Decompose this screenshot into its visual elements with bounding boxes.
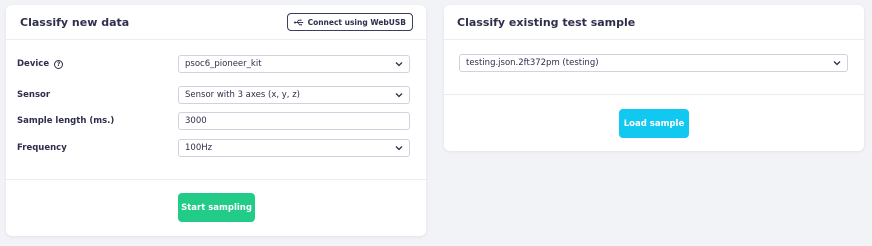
help-icon[interactable]: ? (54, 60, 64, 69)
sensor-label: Sensor (17, 90, 51, 100)
webusb-label: Connect using WebUSB (307, 17, 406, 27)
chevron-down-icon (395, 146, 403, 151)
device-select-value: psoc6_pioneer_kit (185, 59, 262, 69)
frequency-select[interactable]: 100Hz (178, 139, 410, 157)
classify-new-data-panel: Classify new data Connect using WebUSB D… (6, 5, 426, 236)
test-sample-value: testing.json.2ft372pm (testing) (466, 58, 599, 68)
device-select[interactable]: psoc6_pioneer_kit (178, 55, 410, 73)
usb-icon (293, 19, 304, 25)
divider (444, 94, 864, 95)
chevron-down-icon (395, 93, 403, 98)
sensor-select-value: Sensor with 3 axes (x, y, z) (185, 90, 300, 100)
panel-header: Classify existing test sample (444, 5, 864, 40)
load-sample-button[interactable]: Load sample (619, 109, 689, 138)
start-sampling-button[interactable]: Start sampling (178, 193, 255, 222)
sensor-select[interactable]: Sensor with 3 axes (x, y, z) (178, 86, 410, 104)
frequency-label: Frequency (17, 143, 67, 153)
panel-title: Classify new data (20, 16, 130, 29)
test-sample-select[interactable]: testing.json.2ft372pm (testing) (459, 54, 848, 72)
divider (6, 179, 426, 180)
connect-webusb-button[interactable]: Connect using WebUSB (286, 13, 413, 31)
chevron-down-icon (833, 61, 841, 66)
frequency-select-value: 100Hz (185, 143, 213, 153)
sample-length-value: 3000 (185, 116, 207, 126)
sample-length-input[interactable]: 3000 (178, 112, 410, 130)
panel-title: Classify existing test sample (457, 16, 636, 29)
device-label: Device ? (17, 58, 64, 70)
classify-existing-sample-panel: Classify existing test sample testing.js… (444, 5, 864, 151)
panel-header: Classify new data Connect using WebUSB (6, 5, 426, 40)
sample-length-label: Sample length (ms.) (17, 116, 115, 126)
device-label-text: Device (17, 59, 50, 69)
chevron-down-icon (395, 62, 403, 67)
